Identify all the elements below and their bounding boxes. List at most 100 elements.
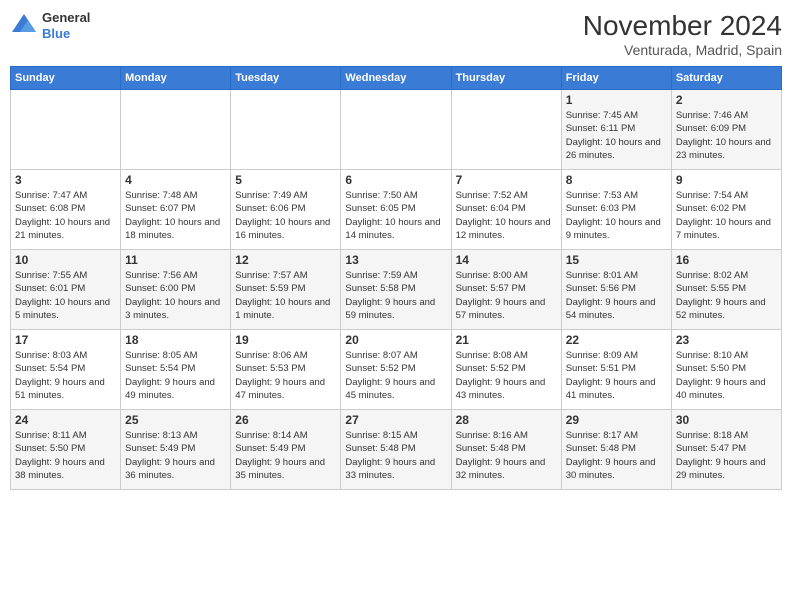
- header-sunday: Sunday: [11, 67, 121, 90]
- day-info: Sunrise: 7:50 AM Sunset: 6:05 PM Dayligh…: [345, 189, 446, 242]
- day-number: 24: [15, 413, 116, 427]
- day-number: 22: [566, 333, 667, 347]
- day-number: 29: [566, 413, 667, 427]
- day-info: Sunrise: 8:18 AM Sunset: 5:47 PM Dayligh…: [676, 429, 777, 482]
- day-number: 1: [566, 93, 667, 107]
- header-row: SundayMondayTuesdayWednesdayThursdayFrid…: [11, 67, 782, 90]
- calendar-cell: 14 Sunrise: 8:00 AM Sunset: 5:57 PM Dayli…: [451, 250, 561, 330]
- logo-text: General Blue: [42, 10, 90, 41]
- calendar-cell: [121, 90, 231, 170]
- day-info: Sunrise: 8:14 AM Sunset: 5:49 PM Dayligh…: [235, 429, 336, 482]
- week-row-1: 3Sunrise: 7:47 AM Sunset: 6:08 PM Daylig…: [11, 170, 782, 250]
- calendar-cell: 7Sunrise: 7:52 AM Sunset: 6:04 PM Daylig…: [451, 170, 561, 250]
- calendar-cell: 4 Sunrise: 7:48 AM Sunset: 6:07 PM Daylig…: [121, 170, 231, 250]
- page-header: General Blue November 2024 Venturada, Ma…: [10, 10, 782, 58]
- calendar-cell: 11Sunrise: 7:56 AM Sunset: 6:00 PM Dayli…: [121, 250, 231, 330]
- calendar-cell: 5 Sunrise: 7:49 AM Sunset: 6:06 PM Daylig…: [231, 170, 341, 250]
- header-friday: Friday: [561, 67, 671, 90]
- day-info: Sunrise: 8:09 AM Sunset: 5:51 PM Dayligh…: [566, 349, 667, 402]
- day-number: 4: [125, 173, 226, 187]
- day-number: 15: [566, 253, 667, 267]
- day-number: 14: [456, 253, 557, 267]
- calendar-cell: 1Sunrise: 7:45 AM Sunset: 6:11 PM Daylig…: [561, 90, 671, 170]
- calendar-cell: 6 Sunrise: 7:50 AM Sunset: 6:05 PM Daylig…: [341, 170, 451, 250]
- day-number: 8: [566, 173, 667, 187]
- day-number: 30: [676, 413, 777, 427]
- logo-general: General: [42, 10, 90, 26]
- calendar-cell: 15 Sunrise: 8:01 AM Sunset: 5:56 PM Dayli…: [561, 250, 671, 330]
- calendar-cell: 23 Sunrise: 8:10 AM Sunset: 5:50 PM Dayli…: [671, 330, 781, 410]
- day-number: 19: [235, 333, 336, 347]
- day-number: 23: [676, 333, 777, 347]
- calendar-cell: [451, 90, 561, 170]
- day-info: Sunrise: 8:17 AM Sunset: 5:48 PM Dayligh…: [566, 429, 667, 482]
- calendar-cell: 19 Sunrise: 8:06 AM Sunset: 5:53 PM Dayli…: [231, 330, 341, 410]
- day-info: Sunrise: 7:48 AM Sunset: 6:07 PM Dayligh…: [125, 189, 226, 242]
- day-number: 16: [676, 253, 777, 267]
- location-title: Venturada, Madrid, Spain: [583, 42, 782, 58]
- day-number: 17: [15, 333, 116, 347]
- calendar-cell: 27Sunrise: 8:15 AM Sunset: 5:48 PM Dayli…: [341, 410, 451, 490]
- day-number: 28: [456, 413, 557, 427]
- day-info: Sunrise: 8:01 AM Sunset: 5:56 PM Dayligh…: [566, 269, 667, 322]
- day-info: Sunrise: 7:54 AM Sunset: 6:02 PM Dayligh…: [676, 189, 777, 242]
- calendar-cell: 20 Sunrise: 8:07 AM Sunset: 5:52 PM Dayli…: [341, 330, 451, 410]
- calendar-cell: [11, 90, 121, 170]
- calendar-body: 1Sunrise: 7:45 AM Sunset: 6:11 PM Daylig…: [11, 90, 782, 490]
- calendar-cell: 17Sunrise: 8:03 AM Sunset: 5:54 PM Dayli…: [11, 330, 121, 410]
- day-number: 10: [15, 253, 116, 267]
- day-info: Sunrise: 7:52 AM Sunset: 6:04 PM Dayligh…: [456, 189, 557, 242]
- day-number: 2: [676, 93, 777, 107]
- day-info: Sunrise: 7:53 AM Sunset: 6:03 PM Dayligh…: [566, 189, 667, 242]
- day-info: Sunrise: 8:08 AM Sunset: 5:52 PM Dayligh…: [456, 349, 557, 402]
- day-number: 6: [345, 173, 446, 187]
- calendar-cell: 3Sunrise: 7:47 AM Sunset: 6:08 PM Daylig…: [11, 170, 121, 250]
- day-info: Sunrise: 8:00 AM Sunset: 5:57 PM Dayligh…: [456, 269, 557, 322]
- calendar-cell: 13 Sunrise: 7:59 AM Sunset: 5:58 PM Dayli…: [341, 250, 451, 330]
- calendar-cell: 2 Sunrise: 7:46 AM Sunset: 6:09 PM Daylig…: [671, 90, 781, 170]
- calendar-cell: 30 Sunrise: 8:18 AM Sunset: 5:47 PM Dayli…: [671, 410, 781, 490]
- week-row-2: 10 Sunrise: 7:55 AM Sunset: 6:01 PM Dayli…: [11, 250, 782, 330]
- calendar-cell: 12Sunrise: 7:57 AM Sunset: 5:59 PM Dayli…: [231, 250, 341, 330]
- calendar-cell: 18Sunrise: 8:05 AM Sunset: 5:54 PM Dayli…: [121, 330, 231, 410]
- day-info: Sunrise: 8:06 AM Sunset: 5:53 PM Dayligh…: [235, 349, 336, 402]
- page-title: November 2024: [583, 10, 782, 42]
- day-number: 9: [676, 173, 777, 187]
- calendar-cell: 21 Sunrise: 8:08 AM Sunset: 5:52 PM Dayli…: [451, 330, 561, 410]
- calendar-table: SundayMondayTuesdayWednesdayThursdayFrid…: [10, 66, 782, 490]
- logo: General Blue: [10, 10, 90, 41]
- calendar-cell: 8 Sunrise: 7:53 AM Sunset: 6:03 PM Daylig…: [561, 170, 671, 250]
- header-thursday: Thursday: [451, 67, 561, 90]
- day-info: Sunrise: 8:07 AM Sunset: 5:52 PM Dayligh…: [345, 349, 446, 402]
- day-info: Sunrise: 8:13 AM Sunset: 5:49 PM Dayligh…: [125, 429, 226, 482]
- day-info: Sunrise: 7:49 AM Sunset: 6:06 PM Dayligh…: [235, 189, 336, 242]
- day-number: 26: [235, 413, 336, 427]
- day-info: Sunrise: 8:02 AM Sunset: 5:55 PM Dayligh…: [676, 269, 777, 322]
- header-saturday: Saturday: [671, 67, 781, 90]
- logo-icon: [10, 12, 38, 40]
- calendar-cell: 29 Sunrise: 8:17 AM Sunset: 5:48 PM Dayli…: [561, 410, 671, 490]
- day-number: 27: [345, 413, 446, 427]
- day-info: Sunrise: 8:10 AM Sunset: 5:50 PM Dayligh…: [676, 349, 777, 402]
- day-info: Sunrise: 8:11 AM Sunset: 5:50 PM Dayligh…: [15, 429, 116, 482]
- calendar-cell: 22 Sunrise: 8:09 AM Sunset: 5:51 PM Dayli…: [561, 330, 671, 410]
- day-info: Sunrise: 7:57 AM Sunset: 5:59 PM Dayligh…: [235, 269, 336, 322]
- week-row-0: 1Sunrise: 7:45 AM Sunset: 6:11 PM Daylig…: [11, 90, 782, 170]
- title-block: November 2024 Venturada, Madrid, Spain: [583, 10, 782, 58]
- calendar-cell: [341, 90, 451, 170]
- day-number: 5: [235, 173, 336, 187]
- day-number: 21: [456, 333, 557, 347]
- day-number: 13: [345, 253, 446, 267]
- week-row-4: 24 Sunrise: 8:11 AM Sunset: 5:50 PM Dayli…: [11, 410, 782, 490]
- day-number: 3: [15, 173, 116, 187]
- week-row-3: 17Sunrise: 8:03 AM Sunset: 5:54 PM Dayli…: [11, 330, 782, 410]
- day-number: 20: [345, 333, 446, 347]
- day-info: Sunrise: 7:59 AM Sunset: 5:58 PM Dayligh…: [345, 269, 446, 322]
- calendar-cell: 28Sunrise: 8:16 AM Sunset: 5:48 PM Dayli…: [451, 410, 561, 490]
- calendar-cell: 25Sunrise: 8:13 AM Sunset: 5:49 PM Dayli…: [121, 410, 231, 490]
- calendar-cell: 10 Sunrise: 7:55 AM Sunset: 6:01 PM Dayli…: [11, 250, 121, 330]
- calendar-cell: 9 Sunrise: 7:54 AM Sunset: 6:02 PM Daylig…: [671, 170, 781, 250]
- day-info: Sunrise: 7:55 AM Sunset: 6:01 PM Dayligh…: [15, 269, 116, 322]
- day-info: Sunrise: 7:46 AM Sunset: 6:09 PM Dayligh…: [676, 109, 777, 162]
- calendar-cell: 16 Sunrise: 8:02 AM Sunset: 5:55 PM Dayli…: [671, 250, 781, 330]
